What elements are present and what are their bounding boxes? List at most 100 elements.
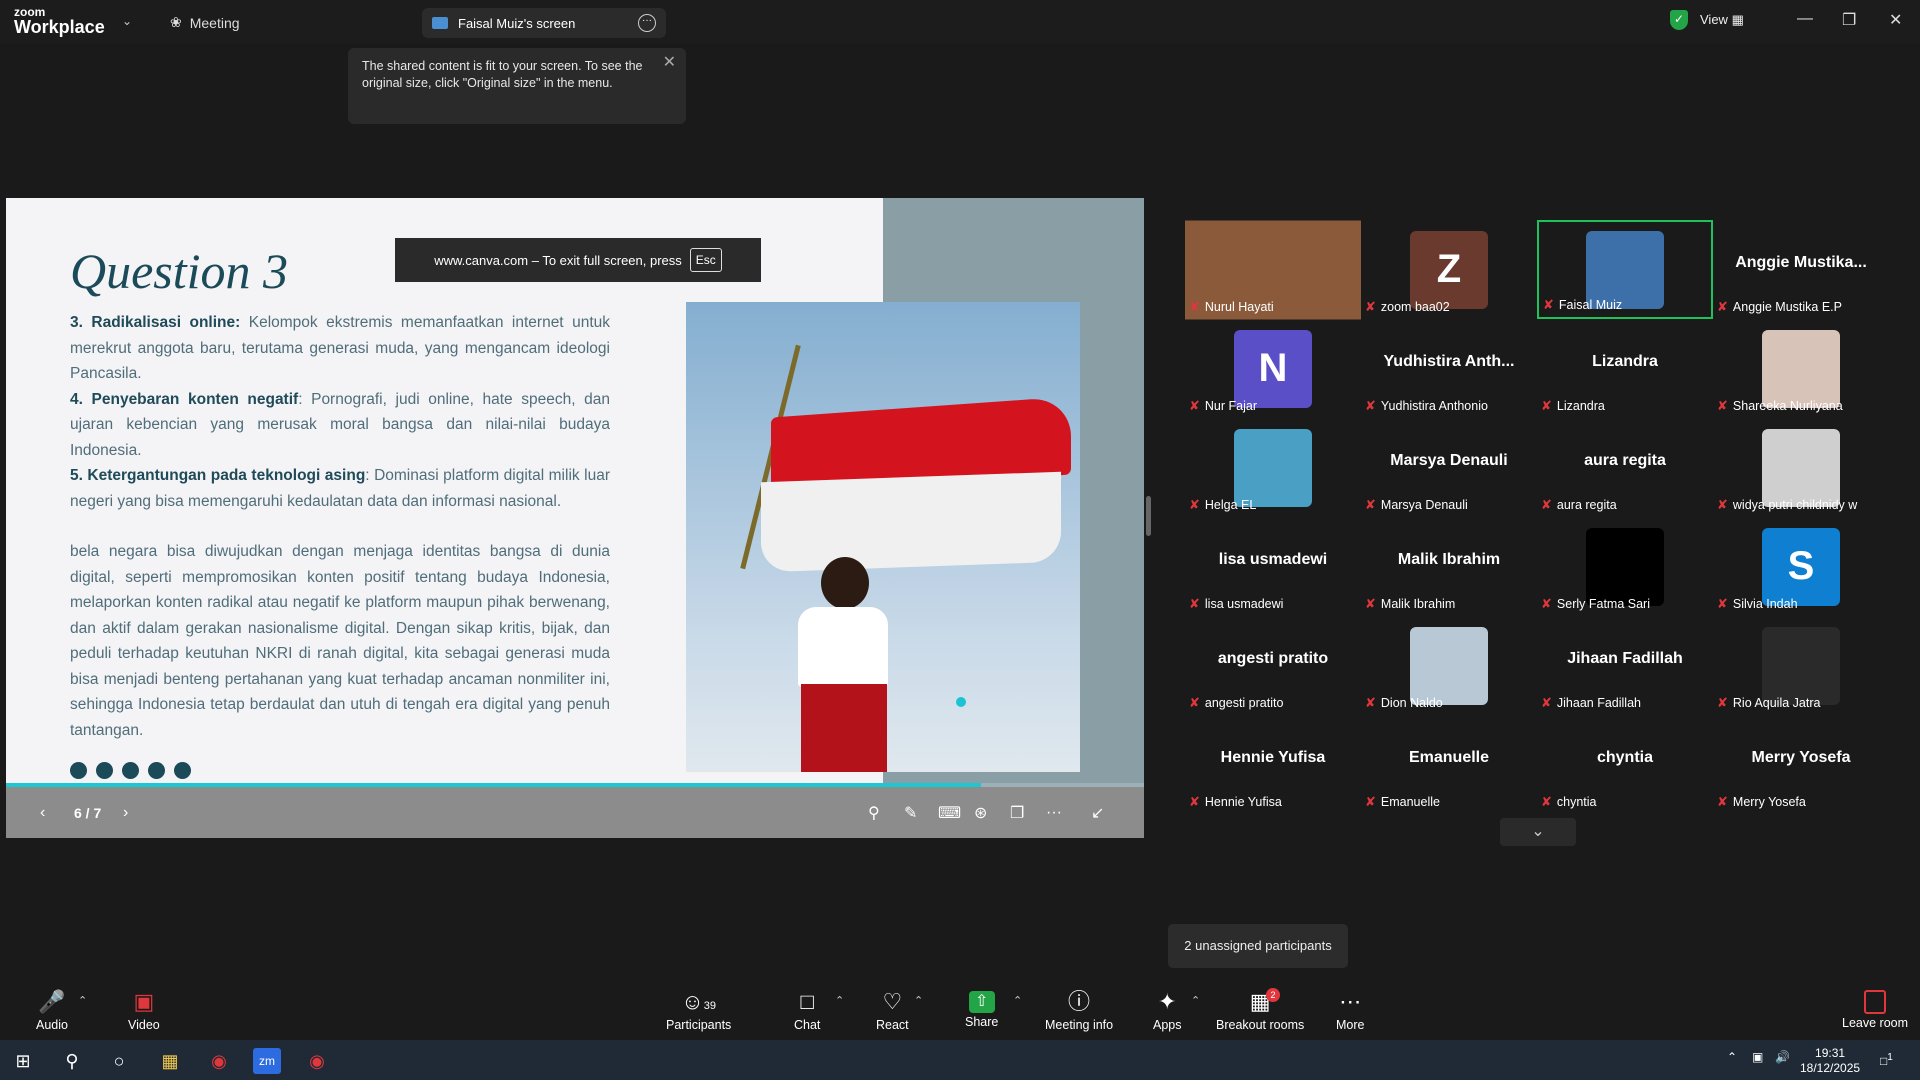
participant-name: ✘ Hennie Yufisa	[1189, 794, 1282, 809]
screen-icon	[432, 17, 448, 29]
present-icon[interactable]: ❐	[1010, 803, 1024, 823]
participant-tile[interactable]: Z ✘ zoom baa02	[1361, 220, 1537, 319]
unassigned-participants-tooltip: 2 unassigned participants	[1168, 924, 1348, 968]
meeting-info-button[interactable]: ⓘ Meeting info	[1045, 988, 1113, 1032]
participant-tile[interactable]: Merry Yosefa ✘ Merry Yosefa	[1713, 715, 1889, 814]
next-slide-icon[interactable]: ›	[123, 804, 128, 822]
clock[interactable]: 19:31 18/12/2025	[1800, 1046, 1860, 1076]
minimize-icon[interactable]: —	[1797, 10, 1813, 28]
time: 19:31	[1815, 1046, 1846, 1060]
participant-tile[interactable]: N ✘ Nur Fajar	[1185, 319, 1361, 418]
participant-tile[interactable]: Emanuelle ✘ Emanuelle	[1361, 715, 1537, 814]
participant-tile[interactable]: lisa usmadewi ✘ lisa usmadewi	[1185, 517, 1361, 616]
more-icon: ⋯	[1339, 989, 1362, 1014]
close-icon[interactable]: ✕	[1889, 10, 1902, 30]
audio-button[interactable]: 🎤 Audio	[36, 988, 68, 1032]
chrome-profile-icon[interactable]: ◉	[303, 1048, 331, 1074]
video-button[interactable]: ▣ Video	[128, 988, 160, 1032]
react-caret-icon[interactable]: ⌃	[914, 994, 923, 1007]
leave-room-button[interactable]: Leave room	[1842, 988, 1908, 1030]
chevron-down-icon[interactable]: ⌄	[1500, 818, 1576, 846]
slide-paragraph: 4. Penyebaran konten negatif: Pornografi…	[70, 390, 610, 459]
zoom-icon[interactable]: ⚲	[868, 803, 880, 823]
participant-tile[interactable]: ✘ Faisal Muiz	[1537, 220, 1713, 319]
participant-tile[interactable]: ✘ Nurul Hayati	[1185, 220, 1361, 319]
file-explorer-icon[interactable]: ▦	[156, 1048, 184, 1074]
mic-muted-icon: ✘	[1189, 695, 1200, 710]
breakout-badge: 2	[1266, 988, 1280, 1002]
audio-caret-icon[interactable]: ⌃	[78, 994, 87, 1007]
more-icon[interactable]: ···	[1046, 804, 1062, 822]
share-caret-icon[interactable]: ⌃	[1013, 994, 1022, 1007]
search-icon[interactable]: ⚲	[58, 1048, 86, 1074]
tray-up-icon[interactable]: ⌃	[1727, 1050, 1737, 1065]
participant-tile[interactable]: Yudhistira Anth... ✘ Yudhistira Anthonio	[1361, 319, 1537, 418]
apps-button[interactable]: ✦ Apps	[1153, 988, 1182, 1032]
participant-tile[interactable]: ✘ Helga EL	[1185, 418, 1361, 517]
react-button[interactable]: ♡ React	[876, 988, 909, 1032]
share-button[interactable]: ⇧ Share	[965, 988, 998, 1029]
participant-tile[interactable]: ✘ Rio Aquila Jatra	[1713, 616, 1889, 715]
participant-name: ✘ lisa usmadewi	[1189, 596, 1284, 611]
more-button[interactable]: ⋯ More	[1336, 988, 1364, 1032]
participant-tile[interactable]: S ✘ Silvia Indah	[1713, 517, 1889, 616]
participant-tile[interactable]: Anggie Mustika... ✘ Anggie Mustika E.P	[1713, 220, 1889, 319]
chevron-down-icon[interactable]: ⌄	[122, 14, 132, 28]
slide-controls: ‹ 6 / 7 › ⚲ ✎ ⌨ ⊛ ❐ ··· ↙	[6, 787, 1144, 838]
participant-display-name: Anggie Mustika...	[1735, 254, 1867, 271]
notification-icon[interactable]: □1	[1880, 1050, 1893, 1069]
volume-icon[interactable]: 🔊	[1775, 1050, 1790, 1065]
participant-tile[interactable]: ✘ Dion Naldo	[1361, 616, 1537, 715]
meeting-tab[interactable]: ❀ Meeting	[170, 14, 240, 31]
view-button[interactable]: View ▦	[1700, 12, 1744, 28]
participant-tile[interactable]: angesti pratito ✘ angesti pratito	[1185, 616, 1361, 715]
participant-display-name: Jihaan Fadillah	[1567, 650, 1683, 667]
windows-start-icon[interactable]: ⊞	[9, 1048, 37, 1074]
close-icon[interactable]: ✕	[663, 54, 676, 71]
participant-tile[interactable]: Malik Ibrahim ✘ Malik Ibrahim	[1361, 517, 1537, 616]
avatar	[1410, 626, 1488, 705]
slide-body: 3. Radikalisasi online: Kelompok ekstrem…	[70, 310, 610, 743]
exit-fullscreen-icon[interactable]: ↙	[1091, 803, 1104, 823]
chat-button[interactable]: □ Chat	[794, 988, 820, 1032]
keyboard-icon[interactable]: ⌨	[938, 803, 961, 823]
fullscreen-notice: www.canva.com – To exit full screen, pre…	[395, 238, 761, 282]
participant-tile[interactable]: Hennie Yufisa ✘ Hennie Yufisa	[1185, 715, 1361, 814]
participant-name: ✘ Emanuelle	[1365, 794, 1440, 809]
apps-caret-icon[interactable]: ⌃	[1191, 994, 1200, 1007]
prev-slide-icon[interactable]: ‹	[40, 804, 45, 822]
avatar	[1762, 329, 1840, 408]
participant-display-name: angesti pratito	[1217, 650, 1329, 667]
participant-name: ✘ Jihaan Fadillah	[1541, 695, 1641, 710]
splitter-handle[interactable]	[1146, 496, 1151, 536]
mic-muted-icon: ✘	[1189, 794, 1200, 809]
chat-caret-icon[interactable]: ⌃	[835, 994, 844, 1007]
zoom-app-icon[interactable]: zm	[253, 1048, 281, 1074]
participant-tile[interactable]: Jihaan Fadillah ✘ Jihaan Fadillah	[1537, 616, 1713, 715]
participant-tile[interactable]: Lizandra ✘ Lizandra	[1537, 319, 1713, 418]
pen-icon[interactable]: ✎	[904, 803, 917, 823]
participant-tile[interactable]: Marsya Denauli ✘ Marsya Denauli	[1361, 418, 1537, 517]
mic-muted-icon: ✘	[1189, 299, 1200, 314]
broadcast-icon[interactable]: ⊛	[974, 803, 987, 823]
participant-tile[interactable]: ✘ Shareeka Nurliyana	[1713, 319, 1889, 418]
mic-muted-icon: ✘	[1541, 596, 1552, 611]
mic-muted-icon: ✘	[1717, 299, 1728, 314]
participant-name: ✘ Nurul Hayati	[1189, 299, 1274, 314]
participant-tile[interactable]: chyntia ✘ chyntia	[1537, 715, 1713, 814]
participant-tile[interactable]: ✘ Serly Fatma Sari	[1537, 517, 1713, 616]
more-options-icon[interactable]: ···	[638, 14, 656, 32]
mic-muted-icon: ✘	[1541, 497, 1552, 512]
participant-tile[interactable]: aura regita ✘ aura regita	[1537, 418, 1713, 517]
shield-icon[interactable]: ✓	[1670, 10, 1688, 30]
task-view-icon[interactable]: ○	[105, 1048, 133, 1074]
restore-icon[interactable]: ❐	[1842, 10, 1856, 30]
participant-tile[interactable]: ✘ widya putri childnidy w	[1713, 418, 1889, 517]
network-icon[interactable]: ▣	[1752, 1050, 1763, 1065]
chrome-icon[interactable]: ◉	[205, 1048, 233, 1074]
screen-share-tab[interactable]: Faisal Muiz's screen ···	[422, 8, 666, 38]
participants-button[interactable]: ☺39 Participants	[666, 988, 731, 1032]
participant-name: ✘ Shareeka Nurliyana	[1717, 398, 1843, 413]
shared-screen: Question 3 www.canva.com – To exit full …	[6, 198, 1144, 838]
breakout-rooms-button[interactable]: ▦ Breakout rooms	[1216, 988, 1304, 1032]
